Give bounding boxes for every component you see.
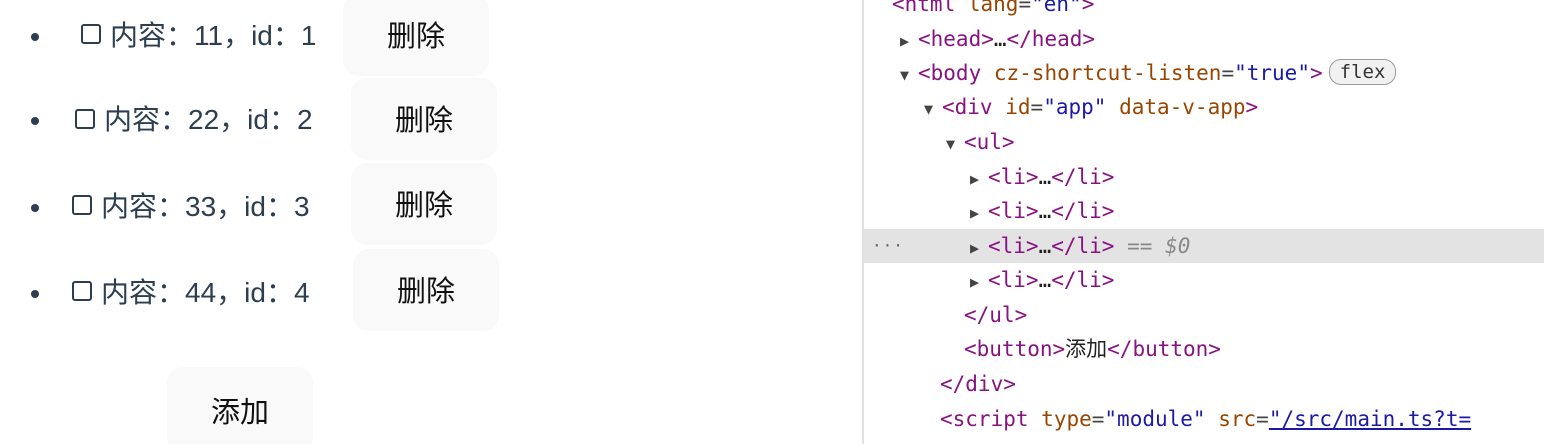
expand-triangle-icon[interactable]: ▶: [970, 265, 988, 299]
node-text: 添加: [1065, 337, 1108, 361]
tag-open: <li>: [988, 199, 1039, 223]
tag-close: </ul>: [964, 303, 1028, 327]
tag-open: <button>: [964, 337, 1066, 361]
expand-triangle-icon[interactable]: ▶: [900, 24, 918, 58]
delete-button[interactable]: 删除: [351, 163, 497, 245]
collapse-triangle-icon[interactable]: ▼: [924, 92, 942, 126]
collapsed-ellipsis: …: [1038, 165, 1052, 189]
tag-open: <li>: [988, 268, 1039, 292]
script-src-link[interactable]: "/src/main.ts?t=: [1269, 407, 1471, 431]
expand-triangle-icon[interactable]: ▶: [970, 196, 988, 230]
add-button[interactable]: 添加: [167, 367, 313, 444]
more-options-icon[interactable]: ···: [872, 229, 904, 263]
selected-marker: ==: [1127, 234, 1153, 258]
item-text: 内容：44，id：4: [101, 277, 310, 308]
node-div-close[interactable]: </div>: [864, 367, 1544, 401]
delete-button[interactable]: 删除: [351, 78, 497, 160]
flex-badge[interactable]: flex: [1328, 59, 1397, 85]
item-text: 内容：22，id：2: [104, 104, 313, 135]
tag-close: </div>: [940, 372, 1016, 396]
attr-value: "true": [1234, 61, 1310, 85]
tag-open: <li>: [988, 165, 1039, 189]
app-preview: 内容：11，id：1 删除 内容：22，id：2 删除 内容：33，id：3 删…: [0, 0, 862, 444]
bullet: [31, 204, 39, 212]
node-body[interactable]: ▼ <body cz-shortcut-listen="true"> flex: [864, 56, 1544, 90]
tag-close: >: [1309, 61, 1323, 85]
tag-close: </li>: [1051, 199, 1115, 223]
tag-open: <li>: [988, 234, 1039, 258]
tag-open: <body: [918, 61, 982, 85]
node-html[interactable]: <html lang="en">: [864, 0, 1544, 21]
list-item: 内容：22，id：2 删除: [0, 78, 620, 163]
node-li[interactable]: ▶ <li>…</li>: [864, 194, 1544, 228]
attr-value: "app": [1043, 95, 1107, 119]
console-ref: $0: [1165, 234, 1191, 258]
expand-triangle-icon[interactable]: ▶: [970, 231, 988, 265]
node-li[interactable]: ▶ <li>…</li>: [864, 263, 1544, 297]
devtools-elements-panel: <html lang="en"> ▶ <head>…</head> ▼ <body …: [864, 0, 1544, 444]
collapse-triangle-icon[interactable]: ▼: [946, 127, 964, 161]
collapsed-ellipsis: …: [1038, 199, 1052, 223]
tag-open: <script: [940, 407, 1029, 431]
attr-name: lang: [967, 0, 1019, 16]
node-li-selected[interactable]: ··· ▶ <li>…</li> == $0: [864, 229, 1544, 263]
tag-open: <ul>: [964, 130, 1015, 154]
tag-open: <html: [892, 0, 956, 16]
collapse-triangle-icon[interactable]: ▼: [900, 58, 918, 92]
attr-name: cz-shortcut-listen: [993, 61, 1222, 85]
bullet: [31, 290, 39, 298]
attr-name: type: [1041, 407, 1092, 431]
item-checkbox[interactable]: [75, 109, 95, 129]
tag-close: >: [1081, 0, 1095, 16]
delete-button[interactable]: 删除: [353, 249, 499, 331]
tag-open: <head>: [918, 27, 994, 51]
collapsed-ellipsis: …: [993, 27, 1007, 51]
node-div-app[interactable]: ▼ <div id="app" data-v-app>: [864, 90, 1544, 124]
tag-close: >: [1245, 95, 1259, 119]
bullet: [31, 33, 39, 41]
node-script[interactable]: <script type="module" src="/src/main.ts?…: [864, 402, 1544, 436]
list-item: 内容：11，id：1 删除: [0, 0, 620, 80]
expand-triangle-icon[interactable]: ▶: [970, 162, 988, 196]
bullet: [31, 117, 39, 125]
attr-value: "module": [1104, 407, 1206, 431]
item-checkbox[interactable]: [72, 195, 92, 215]
list-item: 内容：33，id：3 删除: [0, 163, 620, 248]
item-text: 内容：33，id：3: [101, 191, 310, 222]
node-li[interactable]: ▶ <li>…</li>: [864, 160, 1544, 194]
node-ul[interactable]: ▼ <ul>: [864, 125, 1544, 159]
attr-name: src: [1218, 407, 1257, 431]
item-text: 内容：11，id：1: [110, 20, 317, 51]
node-button[interactable]: <button>添加</button>: [864, 332, 1544, 366]
collapsed-ellipsis: …: [1038, 268, 1052, 292]
tag-close: </button>: [1107, 337, 1221, 361]
tag-open: <div: [942, 95, 993, 119]
node-head[interactable]: ▶ <head>…</head>: [864, 22, 1544, 56]
tag-close: </li>: [1051, 268, 1115, 292]
item-checkbox[interactable]: [72, 281, 92, 301]
node-ul-close[interactable]: </ul>: [864, 298, 1544, 332]
list-item: 内容：44，id：4 删除: [0, 249, 620, 333]
attr-name: data-v-app: [1119, 95, 1246, 119]
tag-close: </li>: [1051, 234, 1115, 258]
delete-button[interactable]: 删除: [343, 0, 489, 76]
collapsed-ellipsis: …: [1038, 234, 1052, 258]
item-checkbox[interactable]: [81, 24, 101, 44]
attr-value: "en": [1031, 0, 1082, 16]
tag-close: </head>: [1006, 27, 1096, 51]
attr-name: id: [1005, 95, 1031, 119]
tag-close: </li>: [1051, 165, 1115, 189]
